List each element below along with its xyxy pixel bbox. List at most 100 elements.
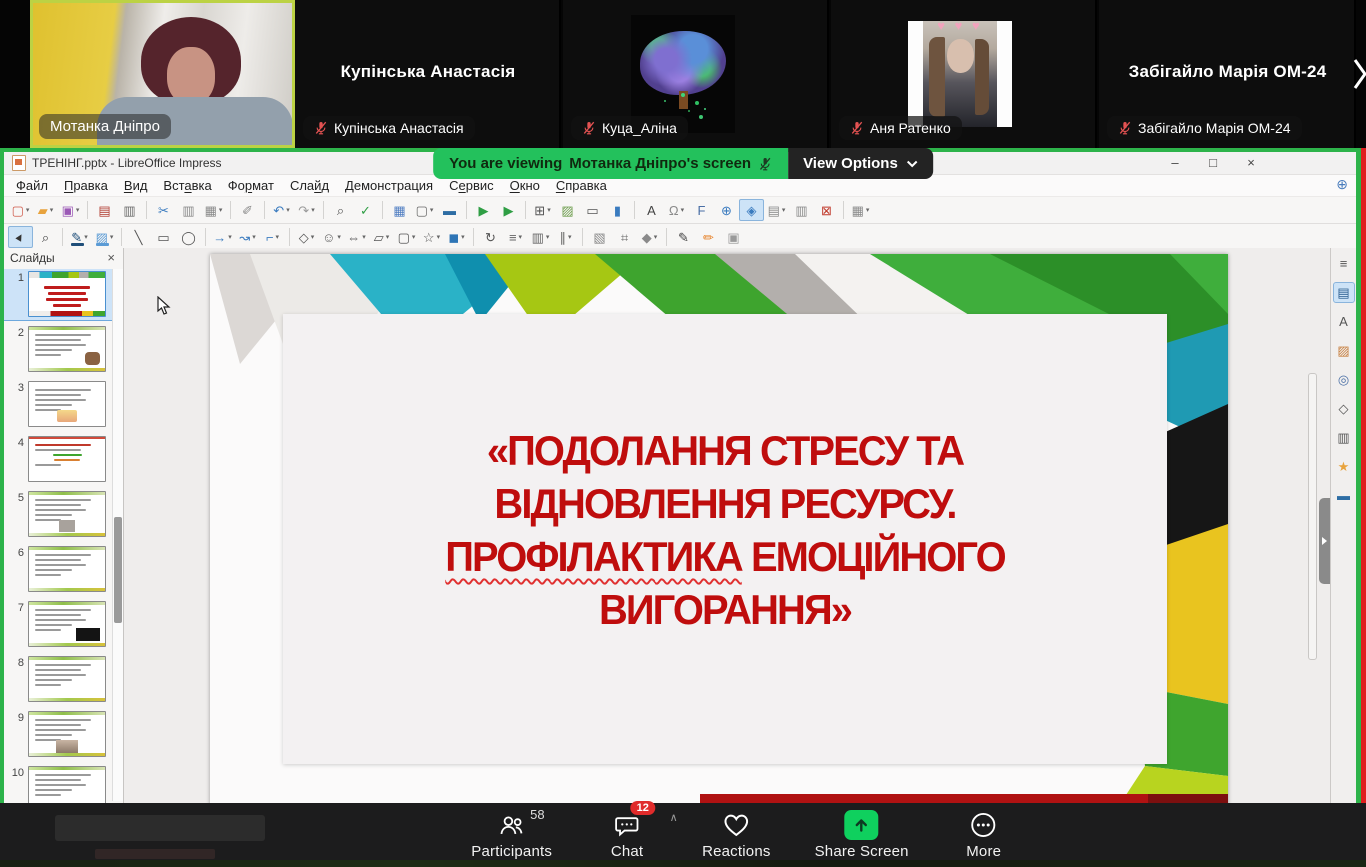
- lines-and-arrows-icon[interactable]: →▾: [210, 226, 235, 248]
- start-from-first-slide-icon[interactable]: ▶: [471, 199, 496, 221]
- menu-Вид[interactable]: Вид: [116, 177, 156, 194]
- sidebar-tab-sidebar-settings[interactable]: ≡: [1333, 253, 1355, 274]
- duplicate-slide-icon[interactable]: ▥: [789, 199, 814, 221]
- image-filter-icon[interactable]: ◆▾: [637, 226, 662, 248]
- maximize-button[interactable]: □: [1196, 153, 1230, 173]
- sidebar-tab-styles[interactable]: A: [1333, 311, 1355, 332]
- callout-shapes-icon[interactable]: ▢▾: [394, 226, 419, 248]
- workspace-scrollbar[interactable]: [1308, 373, 1317, 660]
- menu-Файл[interactable]: Файл: [8, 177, 56, 194]
- find-and-replace-icon[interactable]: ⌕: [328, 199, 353, 221]
- save-icon[interactable]: ▣▾: [58, 199, 83, 221]
- sidebar-tab-navigator[interactable]: ◎: [1333, 369, 1355, 390]
- crop-image-icon[interactable]: ⌗: [612, 226, 637, 248]
- flowchart-shapes-icon[interactable]: ▱▾: [369, 226, 394, 248]
- clone-formatting-icon[interactable]: ✐: [235, 199, 260, 221]
- star-shapes-icon[interactable]: ☆▾: [419, 226, 444, 248]
- slide-thumbnail-6[interactable]: 6: [4, 544, 112, 595]
- slide-layout-icon[interactable]: ▦▾: [848, 199, 873, 221]
- basic-shapes-icon[interactable]: ◇▾: [294, 226, 319, 248]
- video-tile-motanka-dnipro[interactable]: Мотанка Дніпро: [30, 0, 295, 148]
- special-character-icon[interactable]: Ω▾: [664, 199, 689, 221]
- curves-and-polygons-icon[interactable]: ↝▾: [235, 226, 260, 248]
- scrollbar-thumb[interactable]: [114, 517, 122, 623]
- sidebar-tab-shapes[interactable]: ◇: [1333, 398, 1355, 419]
- menu-Правка[interactable]: Правка: [56, 177, 116, 194]
- delete-slide-icon[interactable]: ⊠: [814, 199, 839, 221]
- start-from-current-slide-icon[interactable]: ▶: [496, 199, 521, 221]
- minimize-button[interactable]: –: [1158, 153, 1192, 173]
- shadow-icon[interactable]: ▧: [587, 226, 612, 248]
- sidebar-toggle-handle[interactable]: [1319, 498, 1330, 584]
- undo-icon[interactable]: ↶▾: [269, 199, 294, 221]
- new-presentation-icon[interactable]: ▢▾: [8, 199, 33, 221]
- chat-expand-icon[interactable]: ∧: [670, 811, 678, 824]
- slide-thumbnail-2[interactable]: 2: [4, 324, 112, 375]
- insert-chart-icon[interactable]: ▮: [605, 199, 630, 221]
- chat-button[interactable]: 12 ∧ Chat: [596, 810, 658, 860]
- slide-thumbnail-4[interactable]: 4: [4, 434, 112, 485]
- slide-thumbnail-10[interactable]: 10: [4, 764, 112, 803]
- 3d-objects-icon[interactable]: ◼▾: [444, 226, 469, 248]
- sidebar-tab-gallery[interactable]: ▨: [1333, 340, 1355, 361]
- sidebar-tab-master-slides[interactable]: ▬: [1333, 485, 1355, 506]
- block-arrows-icon[interactable]: ⇔▾: [344, 226, 369, 248]
- rotate-icon[interactable]: ↻: [478, 226, 503, 248]
- more-button[interactable]: More: [953, 810, 1015, 860]
- insert-image-icon[interactable]: ▨: [555, 199, 580, 221]
- align-objects-icon[interactable]: ≡▾: [503, 226, 528, 248]
- view-options-button[interactable]: View Options: [788, 148, 933, 179]
- display-views-icon[interactable]: ▢▾: [412, 199, 437, 221]
- print-icon[interactable]: ▥: [117, 199, 142, 221]
- new-slide-icon[interactable]: ▤▾: [764, 199, 789, 221]
- slide-thumbnail-7[interactable]: 7: [4, 599, 112, 650]
- zoom-pan-icon[interactable]: ⌕: [33, 226, 58, 248]
- toggle-extrusion-icon[interactable]: ▣: [721, 226, 746, 248]
- redo-icon[interactable]: ↷▾: [294, 199, 319, 221]
- hyperlink-icon[interactable]: ⊕: [714, 199, 739, 221]
- close-panel-icon[interactable]: ×: [105, 250, 117, 265]
- show-draw-functions-icon[interactable]: ◈: [739, 199, 764, 221]
- close-button[interactable]: ×: [1234, 153, 1268, 173]
- spelling-icon[interactable]: ✓: [353, 199, 378, 221]
- menu-Окно[interactable]: Окно: [502, 177, 548, 194]
- cut-icon[interactable]: ✂: [151, 199, 176, 221]
- slide-thumbnail-5[interactable]: 5: [4, 489, 112, 540]
- export-pdf-icon[interactable]: ▤: [92, 199, 117, 221]
- ellipse-icon[interactable]: ◯: [176, 226, 201, 248]
- symbol-shapes-icon[interactable]: ☺▾: [319, 226, 344, 248]
- slide-thumbnail-1[interactable]: 1: [4, 269, 112, 320]
- next-participants-icon[interactable]: [1352, 56, 1366, 92]
- slide-thumbnail-9[interactable]: 9: [4, 709, 112, 760]
- line-color-icon[interactable]: ✎▾: [67, 226, 92, 248]
- copy-icon[interactable]: ▥: [176, 199, 201, 221]
- slide-thumbnail-3[interactable]: 3: [4, 379, 112, 430]
- edit-points-icon[interactable]: ✎: [671, 226, 696, 248]
- insert-audio-video-icon[interactable]: ▭: [580, 199, 605, 221]
- slides-panel-scrollbar[interactable]: [112, 269, 123, 801]
- display-grid-icon[interactable]: ▦: [387, 199, 412, 221]
- insert-line-icon[interactable]: ╲: [126, 226, 151, 248]
- sidebar-tab-animation[interactable]: ★: [1333, 456, 1355, 477]
- menu-Формат[interactable]: Формат: [220, 177, 282, 194]
- share-screen-button[interactable]: Share Screen: [815, 810, 909, 860]
- participants-button[interactable]: 58 Participants: [471, 810, 552, 860]
- menu-Вставка[interactable]: Вставка: [155, 177, 219, 194]
- insert-text-box-icon[interactable]: A: [639, 199, 664, 221]
- rectangle-icon[interactable]: ▭: [151, 226, 176, 248]
- paste-icon[interactable]: ▦▾: [201, 199, 226, 221]
- select-icon[interactable]: ►: [8, 226, 33, 248]
- arrange-objects-icon[interactable]: ▥▾: [528, 226, 553, 248]
- fontwork-icon[interactable]: F: [689, 199, 714, 221]
- video-tile-zabihailo[interactable]: Забігайло Марія ОМ-24 Забігайло Марія ОМ…: [1099, 0, 1356, 148]
- sidebar-tab-slide-transition[interactable]: ▥: [1333, 427, 1355, 448]
- open-icon[interactable]: ▰▾: [33, 199, 58, 221]
- master-slide-icon[interactable]: ▬: [437, 199, 462, 221]
- fill-color-icon[interactable]: ▨▾: [92, 226, 117, 248]
- video-tile-kupinska[interactable]: Купінська Анастасія Купінська Анастасія: [295, 0, 561, 148]
- insert-table-icon[interactable]: ⊞▾: [530, 199, 555, 221]
- document-language-icon[interactable]: ⊕: [1336, 176, 1348, 193]
- menu-Слайд[interactable]: Слайд: [282, 177, 337, 194]
- video-tile-kutsa[interactable]: Куца_Аліна: [563, 0, 829, 148]
- reactions-button[interactable]: Reactions: [702, 810, 771, 860]
